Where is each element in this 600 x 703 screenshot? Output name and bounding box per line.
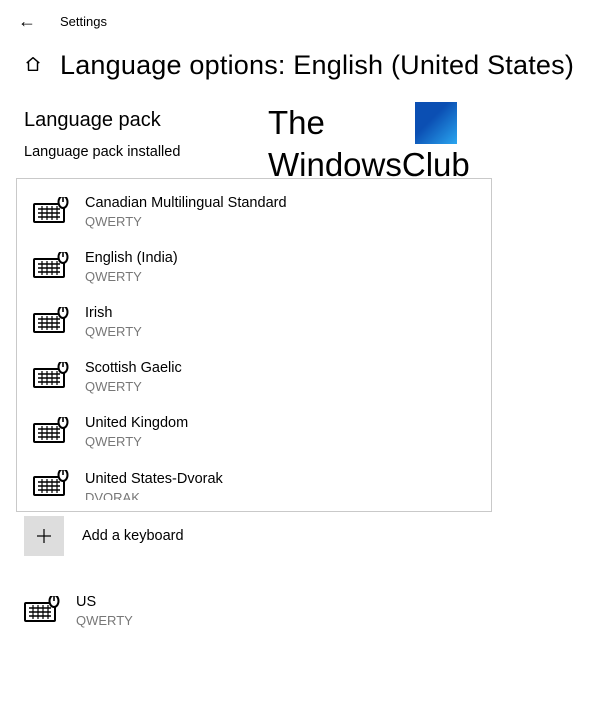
language-pack-status: Language pack installed: [0, 138, 600, 178]
keyboard-icon: [33, 197, 69, 228]
add-keyboard-button[interactable]: [24, 516, 64, 556]
home-icon[interactable]: [24, 55, 42, 76]
keyboard-option[interactable]: Irish QWERTY: [17, 295, 491, 350]
keyboard-dropdown-list[interactable]: Canadian Multilingual Standard QWERTY En…: [16, 178, 492, 512]
keyboard-icon: [24, 596, 60, 627]
page-title: Language options: English (United States…: [60, 50, 574, 81]
keyboard-icon: [33, 307, 69, 338]
keyboard-name: Scottish Gaelic: [85, 360, 182, 377]
keyboard-icon: [33, 470, 69, 501]
keyboard-layout: QWERTY: [85, 214, 287, 230]
keyboard-name: United States-Dvorak: [85, 471, 223, 488]
keyboard-option[interactable]: Canadian Multilingual Standard QWERTY: [17, 185, 491, 240]
add-keyboard-label: Add a keyboard: [82, 528, 184, 544]
keyboard-name: Irish: [85, 305, 142, 322]
keyboard-name: Canadian Multilingual Standard: [85, 195, 287, 212]
keyboard-name: United Kingdom: [85, 415, 188, 432]
section-title: Language pack: [0, 89, 600, 138]
keyboard-layout: QWERTY: [85, 324, 142, 340]
keyboard-layout: QWERTY: [85, 379, 182, 395]
app-name: Settings: [60, 14, 107, 29]
keyboard-layout: QWERTY: [85, 434, 188, 450]
keyboard-layout: QWERTY: [76, 613, 133, 629]
keyboard-icon: [33, 252, 69, 283]
keyboard-name: English (India): [85, 250, 178, 267]
keyboard-option[interactable]: Scottish Gaelic QWERTY: [17, 350, 491, 405]
keyboard-icon: [33, 417, 69, 448]
back-button[interactable]: ←: [18, 12, 36, 30]
keyboard-icon: [33, 362, 69, 393]
keyboard-layout: DVORAK: [85, 490, 223, 500]
installed-keyboard-item[interactable]: US QWERTY: [0, 584, 600, 639]
plus-icon: [34, 526, 54, 546]
keyboard-layout: QWERTY: [85, 269, 178, 285]
keyboard-name: US: [76, 594, 133, 611]
keyboard-option[interactable]: United Kingdom QWERTY: [17, 405, 491, 460]
keyboard-option[interactable]: United States-Dvorak DVORAK: [17, 460, 491, 511]
keyboard-option[interactable]: English (India) QWERTY: [17, 240, 491, 295]
